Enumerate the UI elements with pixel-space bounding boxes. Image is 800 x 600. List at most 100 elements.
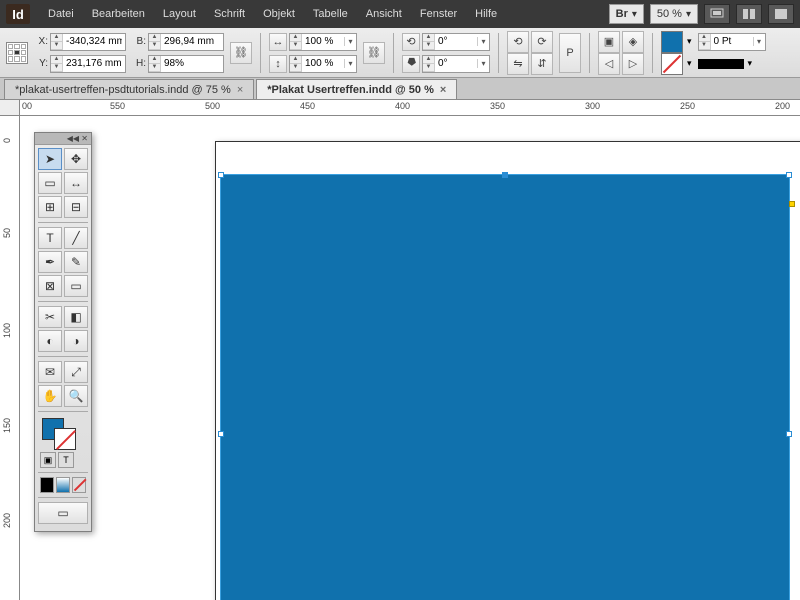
- stroke-style-preview[interactable]: [698, 59, 744, 69]
- screen-mode-button[interactable]: [704, 4, 730, 24]
- select-next-icon[interactable]: ▷: [622, 53, 644, 75]
- rectangle-frame-tool[interactable]: ⊠: [38, 275, 62, 297]
- menu-tabelle[interactable]: Tabelle: [305, 4, 356, 24]
- resize-handle[interactable]: [218, 172, 224, 178]
- field-width[interactable]: ▲▼: [148, 33, 224, 51]
- constrain-wh-icon[interactable]: ⛓: [230, 42, 252, 64]
- gradient-swatch-tool[interactable]: ◐: [38, 330, 62, 352]
- stroke-proxy[interactable]: [54, 428, 76, 450]
- dropdown-arrow-icon[interactable]: ▾: [748, 58, 753, 69]
- pencil-tool[interactable]: ✎: [64, 251, 88, 273]
- tools-panel[interactable]: ◀◀ ✕ ➤ ✥ ▭ ↔ ⊞ ⊟ T ╱ ✒ ✎ ⊠ ▭ ✂ ◧ ◐ ◑ ✉ ⤢…: [34, 132, 92, 532]
- content-collector-tool[interactable]: ⊞: [38, 196, 62, 218]
- field-shear[interactable]: ▲▼▾: [422, 55, 490, 73]
- label-y: Y:: [34, 58, 48, 69]
- line-tool[interactable]: ╱: [64, 227, 88, 249]
- canvas[interactable]: [20, 116, 800, 600]
- ruler-vertical[interactable]: 0 50 100 150 200: [0, 116, 20, 600]
- flip-v-icon[interactable]: ⇵: [531, 53, 553, 75]
- field-x[interactable]: ▲▼: [50, 33, 126, 51]
- ruler-horizontal[interactable]: 00 550 500 450 400 350 300 250 200: [20, 100, 800, 116]
- menu-datei[interactable]: Datei: [40, 4, 82, 24]
- bridge-button[interactable]: Br▾: [609, 4, 644, 24]
- control-bar: X: ▲▼ Y: ▲▼ B: ▲▼ H: ▲▼ ⛓ ↔ ▲▼▾ ↕ ▲▼▾ ⛓ …: [0, 28, 800, 78]
- flip-h-icon[interactable]: ⇋: [507, 53, 529, 75]
- menu-bar: Id Datei Bearbeiten Layout Schrift Objek…: [0, 0, 800, 28]
- resize-handle[interactable]: [786, 172, 792, 178]
- tab-label: *Plakat Usertreffen.indd @ 50 %: [267, 84, 434, 96]
- gradient-feather-tool[interactable]: ◑: [64, 330, 88, 352]
- rectangle-tool[interactable]: ▭: [64, 275, 88, 297]
- label-x: X:: [34, 36, 48, 47]
- dropdown-arrow-icon[interactable]: ▾: [687, 58, 692, 69]
- page-tool[interactable]: ▭: [38, 172, 62, 194]
- field-height[interactable]: ▲▼: [148, 55, 224, 73]
- app-logo-indesign: Id: [6, 4, 30, 24]
- corner-options-handle[interactable]: [789, 201, 795, 207]
- eyedropper-tool[interactable]: ⤢: [64, 361, 88, 383]
- field-scale-x[interactable]: ▲▼▾: [289, 33, 357, 51]
- constrain-scale-icon[interactable]: ⛓: [363, 42, 385, 64]
- direct-selection-tool[interactable]: ✥: [64, 148, 88, 170]
- view-mode-button[interactable]: ▭: [38, 502, 88, 524]
- apply-color-icon[interactable]: [40, 477, 54, 493]
- zoom-dropdown[interactable]: 50 %▾: [650, 4, 698, 24]
- zoom-value: 50 %: [657, 8, 682, 20]
- tab-label: *plakat-usertreffen-psdtutorials.indd @ …: [15, 84, 231, 96]
- reference-point-grid[interactable]: [6, 42, 28, 64]
- formatting-container-icon[interactable]: ▣: [40, 452, 56, 468]
- selected-rectangle[interactable]: [220, 174, 790, 600]
- ruler-origin[interactable]: [0, 100, 20, 116]
- zoom-tool[interactable]: 🔍: [64, 385, 88, 407]
- bridge-label: Br: [616, 8, 628, 20]
- field-rotate[interactable]: ▲▼▾: [422, 33, 490, 51]
- stroke-swatch[interactable]: [661, 53, 683, 75]
- scissors-tool[interactable]: ✂: [38, 306, 62, 328]
- document-tab[interactable]: *Plakat Usertreffen.indd @ 50 % ×: [256, 79, 457, 99]
- menu-ansicht[interactable]: Ansicht: [358, 4, 410, 24]
- arrange-button[interactable]: [736, 4, 762, 24]
- select-prev-icon[interactable]: ◁: [598, 53, 620, 75]
- dropdown-arrow-icon[interactable]: ▾: [687, 36, 692, 47]
- p-indicator-icon: P: [559, 33, 581, 73]
- menu-hilfe[interactable]: Hilfe: [467, 4, 505, 24]
- label-h: H:: [132, 58, 146, 69]
- selection-tool[interactable]: ➤: [38, 148, 62, 170]
- close-icon[interactable]: ×: [237, 84, 243, 96]
- type-tool[interactable]: T: [38, 227, 62, 249]
- apply-gradient-icon[interactable]: [56, 477, 70, 493]
- resize-handle[interactable]: [502, 172, 508, 178]
- resize-handle[interactable]: [786, 431, 792, 437]
- free-transform-tool[interactable]: ◧: [64, 306, 88, 328]
- field-scale-y[interactable]: ▲▼▾: [289, 55, 357, 73]
- rotate-ccw-icon[interactable]: ⟲: [507, 31, 529, 53]
- gap-tool[interactable]: ↔: [64, 172, 88, 194]
- field-stroke-weight[interactable]: ▲▼▾: [698, 33, 766, 51]
- menu-fenster[interactable]: Fenster: [412, 4, 465, 24]
- menu-bearbeiten[interactable]: Bearbeiten: [84, 4, 153, 24]
- menu-schrift[interactable]: Schrift: [206, 4, 253, 24]
- menu-objekt[interactable]: Objekt: [255, 4, 303, 24]
- select-container-icon[interactable]: ▣: [598, 31, 620, 53]
- fill-stroke-proxy[interactable]: [38, 416, 88, 450]
- note-tool[interactable]: ✉: [38, 361, 62, 383]
- select-content-icon[interactable]: ◈: [622, 31, 644, 53]
- field-y[interactable]: ▲▼: [50, 55, 126, 73]
- document-tab[interactable]: *plakat-usertreffen-psdtutorials.indd @ …: [4, 79, 254, 99]
- panel-collapse-icon[interactable]: ◀◀ ✕: [35, 133, 91, 145]
- rotate-icon: ⟲: [402, 33, 420, 51]
- formatting-text-icon[interactable]: T: [58, 452, 74, 468]
- close-icon[interactable]: ×: [440, 84, 446, 96]
- label-w: B:: [132, 36, 146, 47]
- document-tabs: *plakat-usertreffen-psdtutorials.indd @ …: [0, 78, 800, 100]
- content-placer-tool[interactable]: ⊟: [64, 196, 88, 218]
- hand-tool[interactable]: ✋: [38, 385, 62, 407]
- menu-layout[interactable]: Layout: [155, 4, 204, 24]
- scale-y-icon: ↕: [269, 55, 287, 73]
- resize-handle[interactable]: [218, 431, 224, 437]
- workspace-button[interactable]: [768, 4, 794, 24]
- pen-tool[interactable]: ✒: [38, 251, 62, 273]
- fill-swatch[interactable]: [661, 31, 683, 53]
- rotate-cw-icon[interactable]: ⟳: [531, 31, 553, 53]
- apply-none-icon[interactable]: [72, 477, 86, 493]
